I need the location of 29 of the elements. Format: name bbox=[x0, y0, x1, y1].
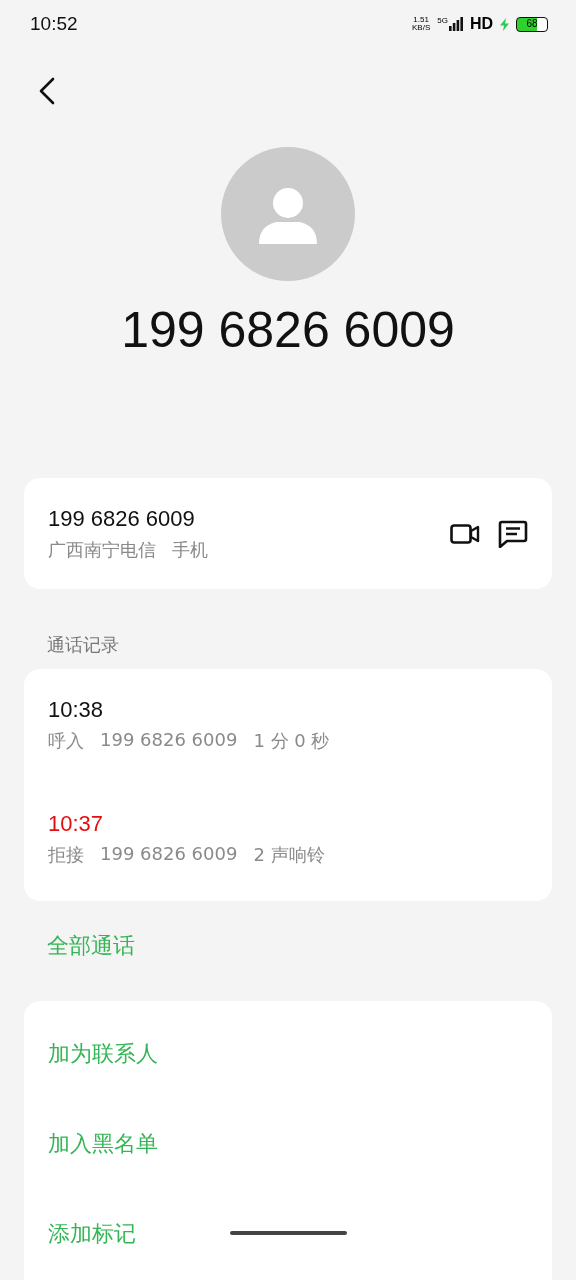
phone-number: 199 6826 6009 bbox=[120, 301, 456, 360]
avatar-icon bbox=[221, 147, 355, 281]
action-item[interactable]: 添加标记 bbox=[48, 1189, 528, 1279]
all-calls-link[interactable]: 全部通话 bbox=[0, 901, 576, 1001]
number-type: 手机 bbox=[172, 537, 208, 562]
video-camera-icon[interactable] bbox=[450, 522, 480, 545]
call-time: 10:38 bbox=[48, 697, 105, 723]
network-speed: 1.51 bbox=[413, 16, 429, 24]
section-title: 通话记录 bbox=[46, 633, 120, 657]
call-direction: 拒接 bbox=[48, 843, 84, 867]
signal-icon bbox=[448, 17, 463, 31]
network-type: 5G bbox=[437, 17, 448, 25]
call-direction: 呼入 bbox=[48, 729, 84, 753]
carrier-location: 广西南宁电信 bbox=[48, 537, 156, 562]
charging-icon bbox=[500, 17, 509, 31]
hd-label: HD bbox=[469, 15, 493, 33]
speed-unit: KB/S bbox=[412, 24, 431, 32]
back-icon[interactable] bbox=[39, 77, 55, 105]
message-icon[interactable] bbox=[498, 519, 528, 548]
action-item[interactable]: 加入黑名单 bbox=[48, 1099, 528, 1189]
phone-number: 199 6826 6009 bbox=[100, 843, 238, 866]
action-item[interactable]: 加为联系人 bbox=[48, 1009, 528, 1099]
clock-time: 10:52 bbox=[30, 13, 78, 35]
phone-number: 199 6826 6009 bbox=[100, 729, 238, 752]
call-detail: 1 分 0 秒 bbox=[253, 729, 330, 753]
call-detail: 2 声响铃 bbox=[253, 843, 325, 867]
battery-level: 68 bbox=[526, 19, 538, 29]
call-time: 10:37 bbox=[48, 811, 105, 837]
phone-number: 199 6826 6009 bbox=[48, 505, 196, 532]
